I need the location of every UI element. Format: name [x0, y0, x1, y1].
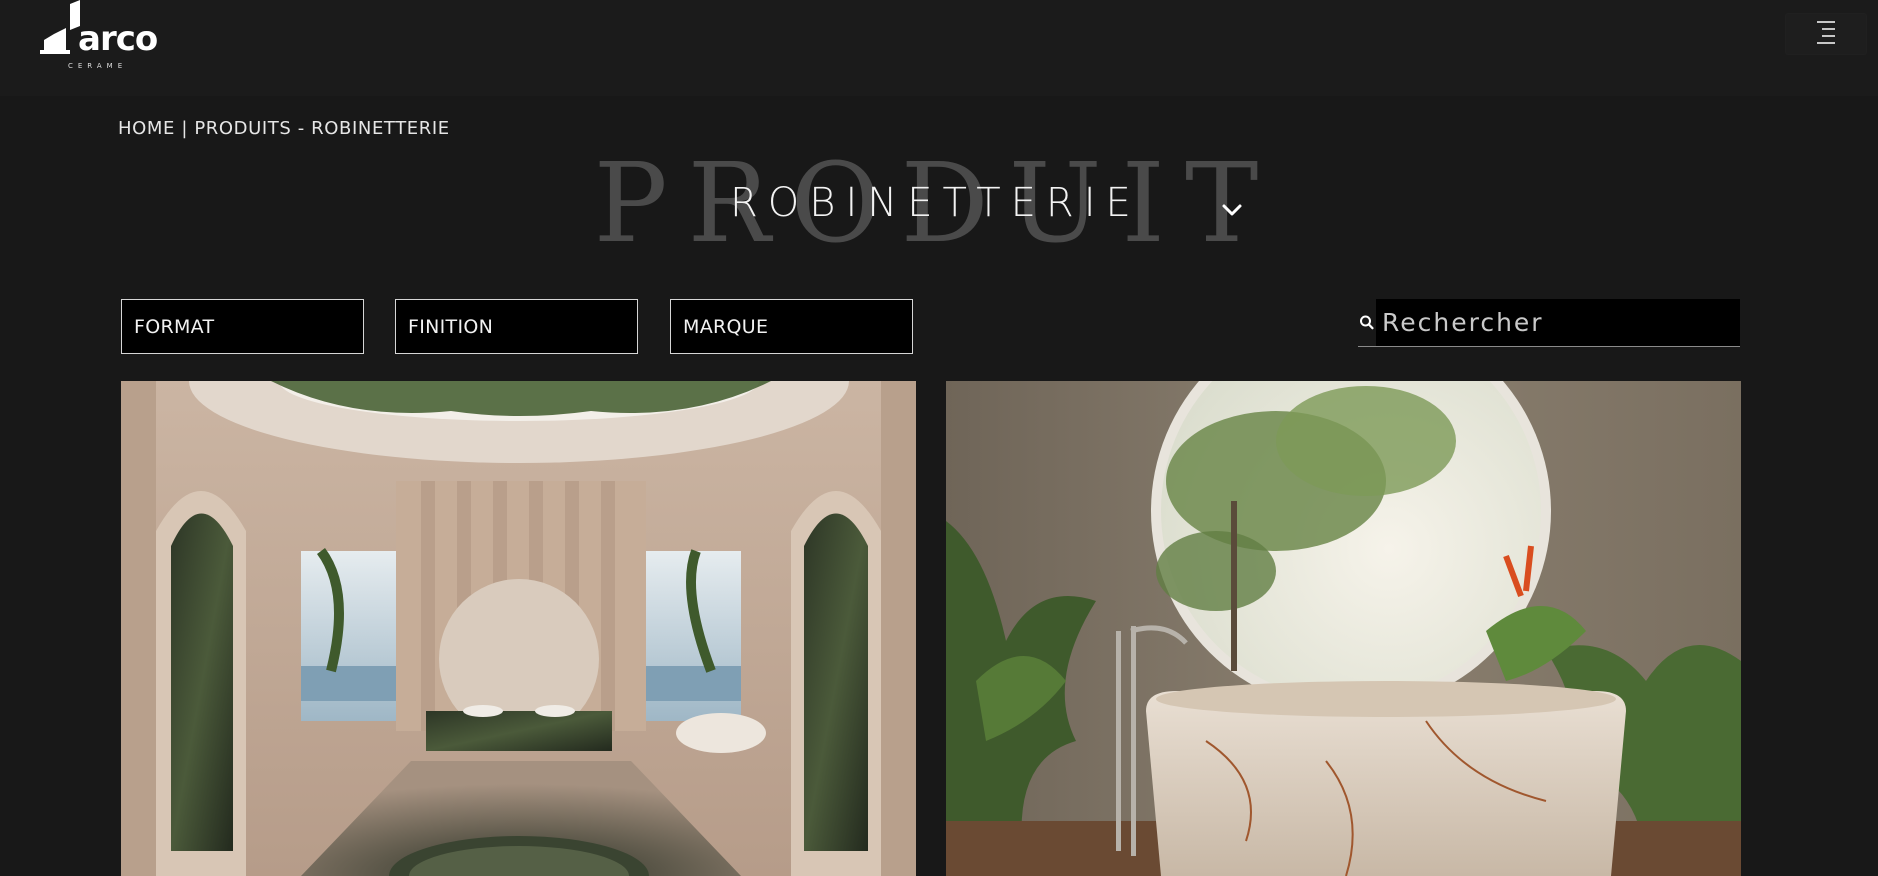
product-image-bathtub	[946, 381, 1741, 876]
logo-subtext: CERAME	[68, 62, 128, 70]
category-dropdown[interactable]	[1220, 198, 1244, 222]
product-card[interactable]	[121, 381, 916, 876]
filter-format[interactable]: FORMAT	[121, 299, 364, 354]
filter-format-label: FORMAT	[134, 315, 215, 338]
page-title: ROBINETTERIE	[730, 180, 1141, 226]
product-image-bathroom	[121, 381, 916, 876]
site-header: arco CERAME	[0, 0, 1878, 96]
filter-marque-label: MARQUE	[683, 315, 769, 338]
logo-text: arco	[78, 19, 158, 59]
filter-finition[interactable]: FINITION	[395, 299, 638, 354]
search-bar	[1358, 299, 1740, 347]
search-icon[interactable]	[1358, 311, 1376, 333]
hamburger-menu-icon	[1817, 21, 1835, 44]
filter-marque[interactable]: MARQUE	[670, 299, 913, 354]
chevron-down-icon	[1222, 204, 1242, 216]
breadcrumb[interactable]: HOME | PRODUITS - ROBINETTERIE	[118, 118, 450, 139]
menu-button[interactable]	[1786, 14, 1866, 54]
filter-finition-label: FINITION	[408, 315, 494, 338]
arco-logo[interactable]: arco CERAME	[40, 0, 160, 70]
search-input[interactable]	[1376, 299, 1740, 346]
product-card[interactable]	[946, 381, 1741, 876]
